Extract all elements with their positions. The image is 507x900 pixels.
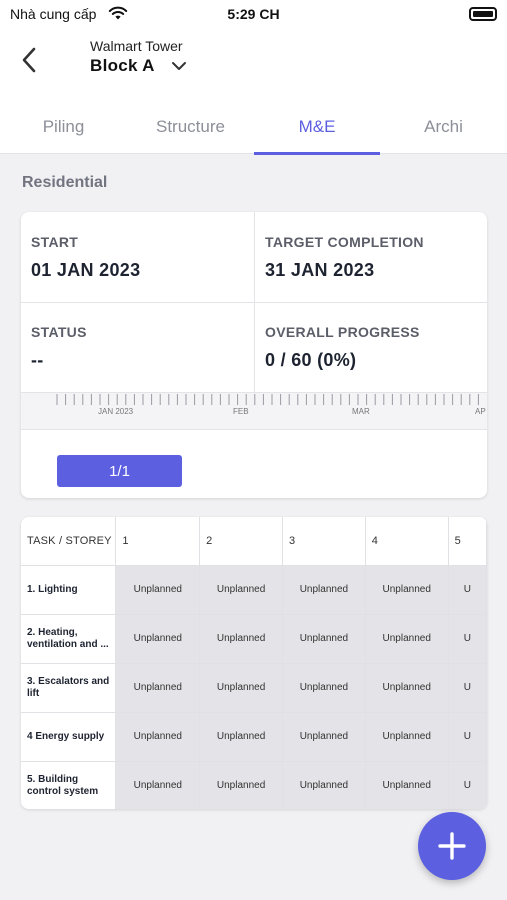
table-row: 1. Lighting Unplanned Unplanned Unplanne…	[21, 565, 487, 615]
progress-value: 0 / 60 (0%)	[265, 350, 357, 370]
status-label: STATUS	[31, 324, 87, 340]
tab-structure[interactable]: Structure	[127, 100, 254, 154]
discipline-tabs: Piling Structure M&E Archi	[0, 100, 507, 155]
status-value: --	[31, 350, 44, 370]
start-value: 01 JAN 2023	[31, 260, 141, 280]
grid-cell[interactable]: Unplanned	[199, 614, 283, 664]
grid-cell[interactable]: U	[448, 761, 487, 809]
grid-cell[interactable]: Unplanned	[282, 761, 366, 809]
grid-cell[interactable]: Unplanned	[365, 614, 449, 664]
grid-cell[interactable]: U	[448, 663, 487, 713]
grid-cell[interactable]: Unplanned	[199, 565, 283, 615]
task-name: 4 Energy supply	[21, 712, 117, 762]
battery-icon	[469, 7, 497, 21]
target-label: TARGET COMPLETION	[265, 234, 424, 250]
start-cell: START 01 JAN 2023	[21, 212, 254, 302]
grid-cell[interactable]: Unplanned	[282, 663, 366, 713]
task-name: 2. Heating, ventilation and ...	[21, 614, 117, 664]
block-selector[interactable]: Block A	[90, 56, 187, 76]
block-name: Block A	[90, 56, 155, 75]
table-row: 2. Heating, ventilation and ... Unplanne…	[21, 614, 487, 664]
grid-cell[interactable]: Unplanned	[282, 712, 366, 762]
task-name: 1. Lighting	[21, 565, 117, 615]
back-button[interactable]	[14, 44, 44, 76]
timeline-label: MAR	[352, 407, 370, 416]
target-value: 31 JAN 2023	[265, 260, 375, 280]
timeline-ticks	[56, 394, 479, 405]
table-header-row: TASK / STOREY 1 2 3 4 5	[21, 517, 487, 566]
tab-m-and-e[interactable]: M&E	[254, 100, 380, 155]
storey-header: 1	[115, 517, 201, 566]
timeline-ruler[interactable]: JAN 2023 FEB MAR AP	[21, 392, 487, 430]
progress-label: OVERALL PROGRESS	[265, 324, 420, 340]
status-cell: STATUS --	[21, 302, 254, 392]
timeline-label: FEB	[233, 407, 249, 416]
storey-header: 5	[448, 517, 487, 566]
task-storey-grid: TASK / STOREY 1 2 3 4 5 1. Lighting Unpl…	[21, 517, 487, 809]
grid-cell[interactable]: Unplanned	[115, 565, 201, 615]
clock: 5:29 CH	[227, 6, 280, 22]
tab-piling[interactable]: Piling	[0, 100, 127, 154]
table-row: 5. Building control system Unplanned Unp…	[21, 761, 487, 809]
grid-cell[interactable]: Unplanned	[115, 663, 201, 713]
target-cell: TARGET COMPLETION 31 JAN 2023	[255, 212, 487, 302]
timeline-label: AP	[475, 407, 486, 416]
chevron-left-icon	[22, 47, 36, 73]
grid-cell[interactable]: Unplanned	[365, 663, 449, 713]
chevron-down-icon	[171, 58, 187, 74]
storey-header: 2	[199, 517, 283, 566]
task-name: 5. Building control system	[21, 761, 117, 809]
section-title: Residential	[22, 174, 108, 191]
grid-cell[interactable]: U	[448, 614, 487, 664]
grid-cell[interactable]: Unplanned	[282, 614, 366, 664]
table-row: 4 Energy supply Unplanned Unplanned Unpl…	[21, 712, 487, 762]
table-row: 3. Escalators and lift Unplanned Unplann…	[21, 663, 487, 713]
corner-header: TASK / STOREY	[21, 517, 117, 566]
summary-card: START 01 JAN 2023 TARGET COMPLETION 31 J…	[21, 212, 487, 498]
tab-archi[interactable]: Archi	[380, 100, 507, 154]
grid-cell[interactable]: U	[448, 565, 487, 615]
grid-cell[interactable]: Unplanned	[115, 761, 201, 809]
grid-cell[interactable]: Unplanned	[115, 614, 201, 664]
task-table: TASK / STOREY 1 2 3 4 5 1. Lighting Unpl…	[21, 517, 487, 809]
grid-cell[interactable]: Unplanned	[365, 565, 449, 615]
storey-header: 3	[282, 517, 366, 566]
start-label: START	[31, 234, 79, 250]
add-button[interactable]	[418, 812, 486, 880]
grid-cell[interactable]: Unplanned	[199, 663, 283, 713]
grid-cell[interactable]: Unplanned	[365, 712, 449, 762]
grid-cell[interactable]: Unplanned	[115, 712, 201, 762]
progress-cell: OVERALL PROGRESS 0 / 60 (0%)	[255, 302, 487, 392]
header: Walmart Tower Block A	[0, 30, 507, 100]
grid-cell[interactable]: Unplanned	[199, 712, 283, 762]
grid-cell[interactable]: U	[448, 712, 487, 762]
plus-icon	[438, 832, 466, 860]
pagination-button[interactable]: 1/1	[57, 455, 182, 487]
storey-header: 4	[365, 517, 449, 566]
grid-cell[interactable]: Unplanned	[282, 565, 366, 615]
grid-cell[interactable]: Unplanned	[199, 761, 283, 809]
timeline-label: JAN 2023	[98, 407, 134, 416]
task-name: 3. Escalators and lift	[21, 663, 117, 713]
project-name: Walmart Tower	[90, 38, 183, 54]
grid-cell[interactable]: Unplanned	[365, 761, 449, 809]
divider	[21, 302, 487, 303]
status-bar: Nhà cung cấp 5:29 CH	[0, 0, 507, 30]
